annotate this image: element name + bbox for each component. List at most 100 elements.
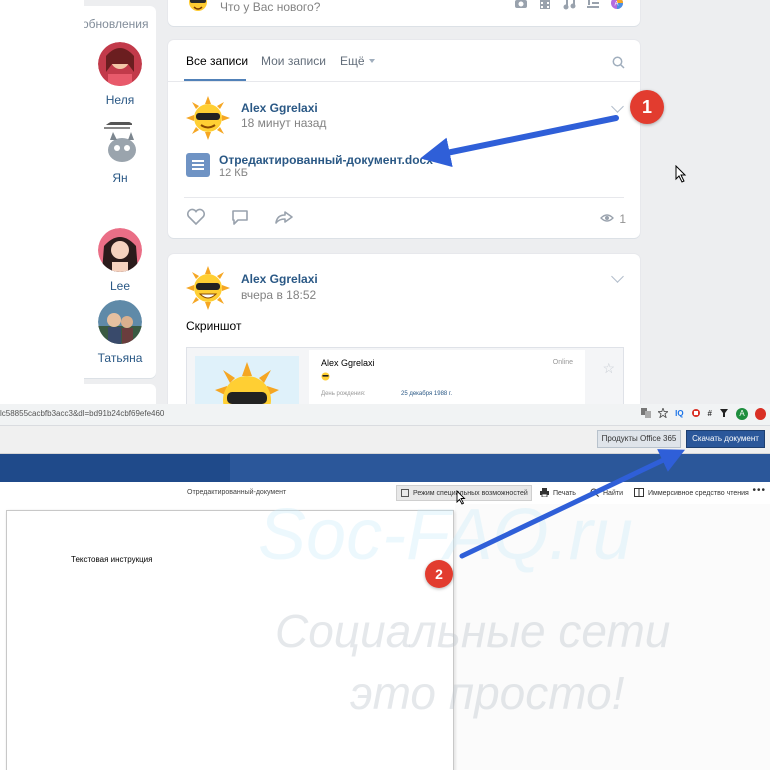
search-icon [590, 488, 599, 499]
download-document-button[interactable]: Скачать документ [686, 430, 765, 448]
wall-post-document: Все записи Мои записи Ещё Alex Ggrelaxi … [168, 40, 640, 238]
friend-name[interactable]: Неля [84, 93, 156, 107]
views-count: 1 [619, 212, 626, 226]
wall-tabs: Все записи Мои записи Ещё [168, 40, 640, 82]
screenshot-online: Online [552, 359, 573, 366]
avatar[interactable] [98, 120, 142, 164]
panel-divider [84, 384, 156, 404]
print-label: Печать [553, 489, 576, 497]
post-composer[interactable]: Что у Вас нового? A [168, 0, 640, 26]
article-icon[interactable] [586, 0, 600, 10]
post-time[interactable]: вчера в 18:52 [241, 288, 316, 302]
friend-item[interactable]: Неля [84, 42, 156, 107]
comment-icon[interactable] [230, 208, 250, 231]
star-icon: ☆ [602, 360, 615, 376]
friend-item[interactable]: Ян [84, 120, 156, 185]
accessibility-label: Режим специальных возможностей [413, 489, 528, 497]
author-avatar[interactable] [186, 266, 230, 315]
tab-more[interactable]: Ещё [340, 54, 365, 68]
post-author[interactable]: Alex Ggrelaxi [241, 101, 318, 115]
privacy-icon[interactable]: A [610, 0, 624, 10]
friend-name[interactable]: Ян [84, 171, 156, 185]
like-icon[interactable] [186, 208, 206, 231]
immersive-reader-button[interactable]: Иммерсивное средство чтения [634, 485, 749, 501]
camera-icon[interactable] [514, 0, 528, 10]
profile-avatar[interactable]: A [736, 408, 748, 420]
search-icon[interactable] [612, 56, 625, 74]
viewer-toolbar: Отредактированный-документ Режим специал… [0, 482, 770, 504]
screenshot-dob-value: 25 декабря 1988 г. [401, 391, 453, 397]
document-link[interactable]: Отредактированный-документ.docx [219, 153, 433, 167]
mouse-cursor-icon [456, 489, 466, 510]
chevron-down-icon[interactable] [611, 100, 624, 113]
user-avatar-sun [186, 0, 210, 23]
post-text: Скриншот [186, 319, 242, 333]
print-button[interactable]: Печать [540, 485, 576, 501]
star-icon[interactable] [656, 406, 670, 420]
accessibility-icon [401, 489, 409, 497]
views-counter: 1 [600, 212, 626, 226]
screenshot-avatar-image [195, 356, 299, 404]
chevron-down-icon[interactable] [369, 59, 375, 63]
url-text[interactable]: lc58855cacbfb3acc3&dl=bd91b24cbf69efe460 [0, 409, 164, 418]
document-size: 12 КБ [219, 167, 248, 179]
screenshot-profile-card: Alex Ggrelaxi Online День рождения: 25 д… [309, 350, 585, 404]
composer-tools: A [514, 0, 624, 10]
record-icon[interactable] [755, 408, 766, 420]
browser-address-bar[interactable]: lc58855cacbfb3acc3&dl=bd91b24cbf69efe460… [0, 404, 770, 426]
find-button[interactable]: Найти [590, 485, 623, 501]
avatar[interactable] [98, 228, 142, 272]
screenshot-root: обновления Неля Ян Lee Татьяна Что у Вас… [0, 0, 770, 770]
find-label: Найти [603, 489, 623, 497]
immersive-reader-icon [634, 487, 644, 499]
more-options-icon[interactable]: ••• [752, 485, 766, 496]
pin-icon[interactable] [719, 408, 729, 420]
iq-extension-icon[interactable]: IQ [675, 408, 683, 420]
friends-panel: обновления Неля Ян Lee Татьяна [84, 6, 156, 378]
attached-screenshot[interactable]: Alex Ggrelaxi Online День рождения: 25 д… [186, 347, 624, 404]
post-time[interactable]: 18 минут назад [241, 116, 326, 130]
avatar[interactable] [98, 42, 142, 86]
avatar[interactable] [98, 300, 142, 344]
immersive-reader-label: Иммерсивное средство чтения [648, 489, 749, 497]
vk-feed-area: обновления Неля Ян Lee Татьяна Что у Вас… [0, 0, 770, 404]
chevron-down-icon[interactable] [611, 270, 624, 283]
tab-my-posts[interactable]: Мои записи [261, 54, 326, 68]
puzzle-icon[interactable] [691, 408, 701, 420]
emoji-icon [321, 372, 330, 383]
tab-all-posts[interactable]: Все записи [186, 54, 248, 68]
divider [184, 197, 624, 198]
active-tab-indicator [184, 79, 246, 81]
document-page[interactable]: Текстовая инструкция [6, 510, 454, 770]
canvas-background [455, 504, 770, 770]
composer-placeholder[interactable]: Что у Вас нового? [220, 0, 320, 14]
document-body-text: Текстовая инструкция [71, 555, 153, 564]
post-actions [186, 208, 294, 231]
friend-item[interactable]: Татьяна [84, 300, 156, 365]
author-avatar[interactable] [186, 96, 230, 145]
music-icon[interactable] [562, 0, 576, 10]
friend-name[interactable]: Татьяна [84, 351, 156, 365]
eye-icon [600, 212, 615, 226]
svg-text:A: A [615, 2, 619, 8]
step-badge-2: 2 [425, 560, 453, 588]
share-icon[interactable] [274, 208, 294, 231]
office-viewer: lc58855cacbfb3acc3&dl=bd91b24cbf69efe460… [0, 404, 770, 770]
left-gutter [0, 0, 84, 404]
translate-icon[interactable] [641, 408, 652, 420]
wall-post-screenshot: Alex Ggrelaxi вчера в 18:52 Скриншот Ale… [168, 254, 640, 404]
step-badge-1: 1 [630, 90, 664, 124]
screenshot-dob-label: День рождения: [321, 391, 366, 397]
ribbon-left-band [0, 454, 230, 482]
browser-extensions: IQ # A [641, 406, 766, 420]
printer-icon [540, 487, 549, 499]
office365-products-button[interactable]: Продукты Office 365 [597, 430, 681, 448]
friends-panel-title: обновления [84, 17, 149, 31]
friend-name[interactable]: Lee [84, 279, 156, 293]
word-ribbon-band [0, 454, 770, 482]
document-icon[interactable] [186, 153, 210, 177]
video-icon[interactable] [538, 0, 552, 10]
post-author[interactable]: Alex Ggrelaxi [241, 272, 318, 286]
friend-item[interactable]: Lee [84, 228, 156, 293]
hashtag-icon[interactable]: # [708, 408, 712, 420]
